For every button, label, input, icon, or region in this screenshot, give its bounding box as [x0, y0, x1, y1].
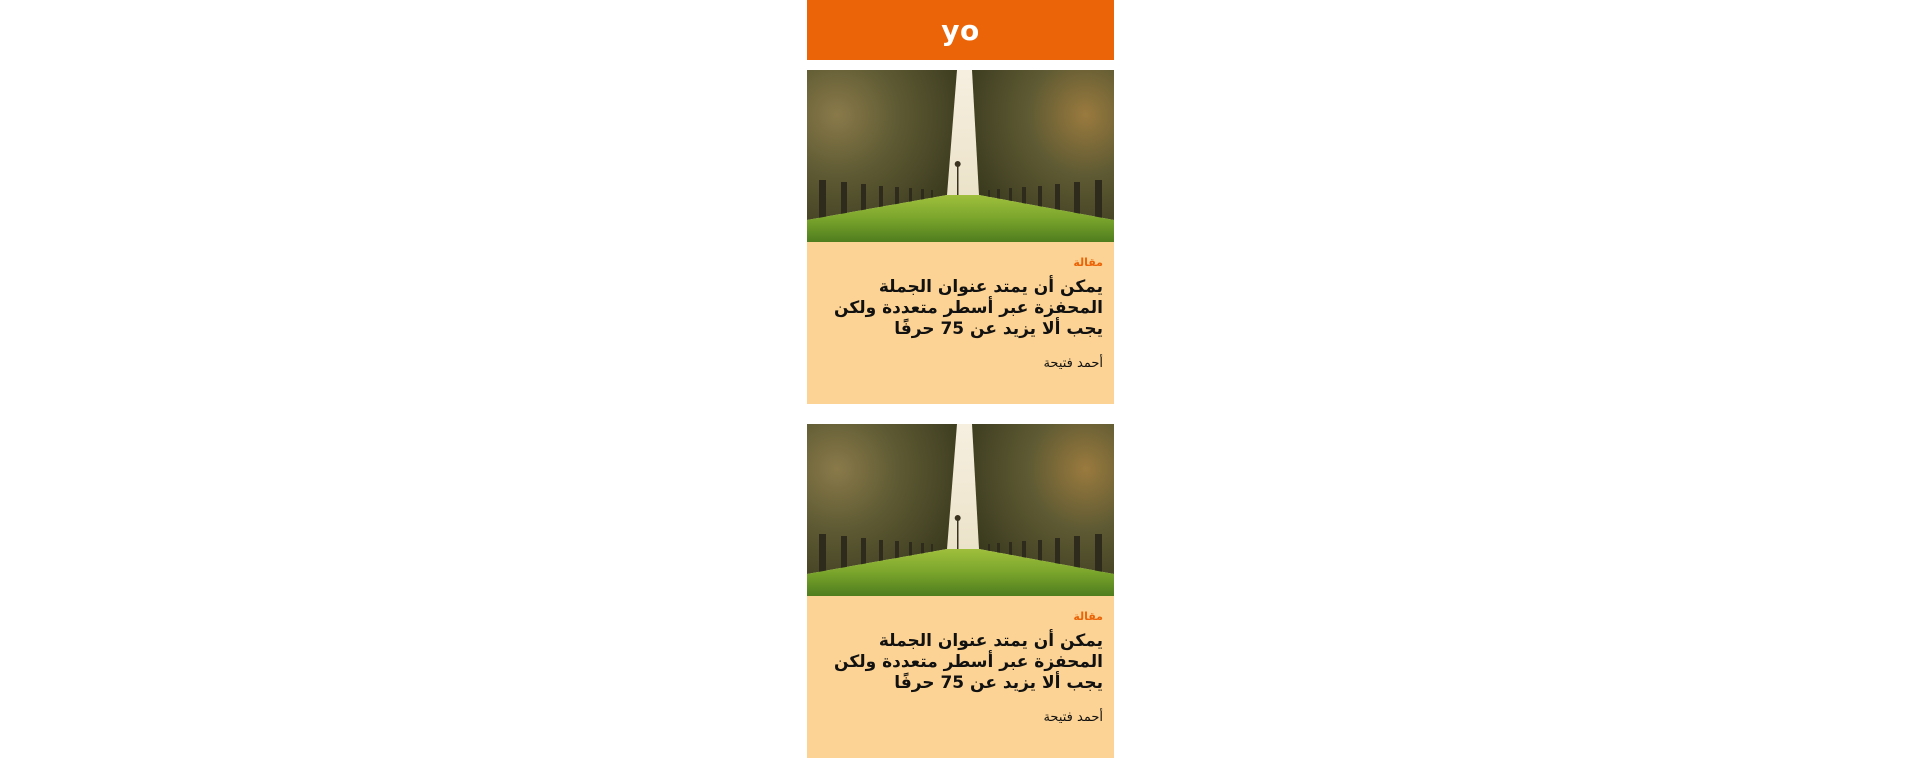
article-title[interactable]: يمكن أن يمتد عنوان الجملة المحفزة عبر أس… — [818, 277, 1103, 340]
article-author: أحمد فتيحة — [1043, 710, 1103, 725]
brand-logo[interactable]: yo — [941, 14, 980, 47]
article-feed: مقالة يمكن أن يمتد عنوان الجملة المحفزة … — [807, 70, 1114, 758]
article-card-body: مقالة يمكن أن يمتد عنوان الجملة المحفزة … — [807, 242, 1114, 404]
article-card-body: مقالة يمكن أن يمتد عنوان الجملة المحفزة … — [807, 596, 1114, 758]
article-card[interactable]: مقالة يمكن أن يمتد عنوان الجملة المحفزة … — [807, 70, 1114, 404]
app-header: yo — [807, 0, 1114, 60]
article-title[interactable]: يمكن أن يمتد عنوان الجملة المحفزة عبر أس… — [818, 631, 1103, 694]
app-column: yo مقالة يمكن أن يمتد عنوان الجملة المحف… — [807, 0, 1114, 778]
article-category: مقالة — [1073, 256, 1103, 269]
article-author: أحمد فتيحة — [1043, 356, 1103, 371]
palm-tree-avenue-image — [807, 70, 1114, 242]
article-card[interactable]: مقالة يمكن أن يمتد عنوان الجملة المحفزة … — [807, 424, 1114, 758]
palm-tree-avenue-image — [807, 424, 1114, 596]
article-category: مقالة — [1073, 610, 1103, 623]
